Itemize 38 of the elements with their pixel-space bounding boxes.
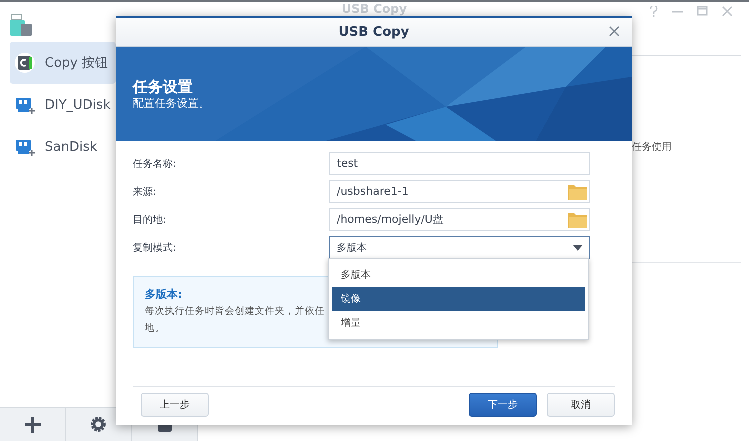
copy-icon: [15, 53, 35, 73]
field-label: 目的地:: [133, 214, 168, 226]
info-title: 多版本:: [145, 287, 182, 302]
plus-icon: [24, 416, 40, 432]
close-icon[interactable]: [722, 6, 733, 17]
description-text: 任务使用: [632, 141, 672, 154]
usb-app-icon: [10, 14, 32, 36]
next-button[interactable]: 下一步: [469, 392, 537, 416]
usb-drive-icon: [15, 96, 35, 114]
cancel-button[interactable]: 取消: [547, 392, 615, 416]
path-field[interactable]: /usbshare1-1: [329, 180, 590, 203]
text-field[interactable]: test: [329, 152, 590, 175]
info-text: 地。: [145, 322, 165, 336]
field-label: 任务名称:: [133, 158, 178, 170]
dropdown-caret-icon: [573, 244, 583, 250]
folder-icon[interactable]: [568, 184, 587, 200]
window-title: USB Copy: [342, 2, 408, 16]
sidebar-item[interactable]: SanDisk: [10, 126, 116, 168]
select-field[interactable]: 多版本: [329, 236, 590, 259]
info-text: 每次执行任务时皆会创建文件夹，并依任: [145, 305, 325, 319]
banner-title: 任务设置: [133, 78, 194, 96]
sidebar-item[interactable]: DIY_UDisk: [10, 84, 116, 126]
dropdown-option[interactable]: 增量: [332, 311, 585, 335]
back-button[interactable]: 上一步: [141, 392, 209, 416]
banner-subtitle: 配置任务设置。: [133, 96, 211, 110]
dialog-title: USB Copy: [338, 24, 410, 40]
settings-icon: [90, 416, 107, 433]
dropdown-option[interactable]: 镜像: [332, 287, 585, 311]
field-label: 复制模式:: [133, 242, 178, 254]
field-label: 来源:: [133, 186, 158, 198]
dropdown-option[interactable]: 多版本: [332, 263, 585, 287]
help-icon[interactable]: [650, 6, 658, 17]
usb-drive-icon: [15, 138, 35, 156]
path-field[interactable]: /homes/mojelly/U盘: [329, 208, 590, 231]
maximize-icon[interactable]: [697, 6, 708, 17]
sidebar-item[interactable]: Copy 按钮: [10, 42, 116, 84]
folder-icon[interactable]: [568, 212, 587, 228]
close-icon[interactable]: [609, 26, 620, 37]
